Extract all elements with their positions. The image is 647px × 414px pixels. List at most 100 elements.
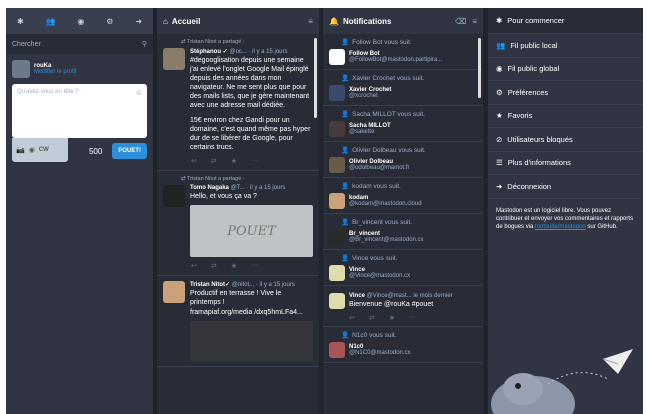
settings-sliders-icon[interactable]: ≡: [308, 17, 313, 26]
mention-item[interactable]: Vince @Vince@mast... le mois dernier Bien…: [323, 286, 483, 327]
notification-item[interactable]: 👤 Follow Bot vous suit. Follow Bot @FollowB…: [323, 34, 483, 70]
account-handle: @Vince@mastodon.cx: [349, 273, 411, 279]
boost-icon[interactable]: ⇄: [211, 262, 217, 270]
reply-icon[interactable]: ↩: [191, 262, 197, 270]
menu-item[interactable]: ◉ Fil public global: [488, 58, 643, 81]
account-handle: @odolbeau@mamot.fr: [349, 165, 410, 171]
avatar[interactable]: [163, 48, 185, 70]
star-icon[interactable]: ★: [389, 314, 395, 322]
menu-item[interactable]: ☰ Plus d'informations: [488, 152, 643, 175]
notification-title: 👤 kodam vous suit.: [341, 183, 401, 190]
app-frame: ✱ 👥 ◉ ⚙ ➜ Chercher ⚲ rouKa Modifier le p…: [6, 8, 643, 414]
scrollbar[interactable]: [314, 38, 317, 118]
settings-sliders-icon[interactable]: ≡: [472, 17, 477, 26]
edit-profile-link[interactable]: Modifier le profil: [34, 69, 76, 75]
media-attachment[interactable]: POUET: [190, 205, 313, 257]
menu-item[interactable]: ⚙ Préférences: [488, 81, 643, 105]
avatar[interactable]: [163, 185, 185, 207]
menu-item[interactable]: ➜ Déconnexion: [488, 175, 643, 199]
column-title: Notifications: [342, 16, 392, 26]
notification-title: 👤 Olivier Dolbeau vous suit.: [341, 147, 426, 154]
logout-icon: ➜: [496, 181, 503, 191]
home-header[interactable]: ⌂ Accueil ≡: [157, 8, 319, 34]
mastodon-mascot-illustration: [491, 349, 633, 414]
notifications-column: 🔔 Notifications ⌫ ≡ 👤 Follow Bot vous sui…: [323, 8, 483, 414]
star-icon[interactable]: ★: [231, 157, 237, 165]
avatar[interactable]: [329, 229, 345, 245]
avatar[interactable]: [163, 281, 185, 303]
compose-column: ✱ 👥 ◉ ⚙ ➜ Chercher ⚲ rouKa Modifier le p…: [6, 8, 153, 414]
notification-item[interactable]: 👤 Vince vous suit. Vince @Vince@mastodon.cx: [323, 250, 483, 286]
status-content: Hello, et vous ça va ?: [190, 193, 257, 200]
info-icon: ☰: [496, 158, 503, 168]
emoji-icon[interactable]: ☺: [135, 88, 143, 97]
eraser-icon[interactable]: ⌫: [455, 17, 466, 26]
account-handle: @xcrochet: [349, 93, 378, 99]
notifications-header[interactable]: 🔔 Notifications ⌫ ≡: [323, 8, 483, 34]
menu-item-label: Déconnexion: [507, 181, 552, 191]
notification-item[interactable]: 👤 Br_vincent vous suit. Br_vincent @Br_vinc…: [323, 214, 483, 250]
avatar[interactable]: [329, 157, 345, 173]
notification-title: 👤 Br_vincent vous suit.: [341, 219, 413, 226]
logout-icon[interactable]: ➜: [135, 17, 142, 26]
avatar[interactable]: [329, 49, 345, 65]
search-icon[interactable]: ⚲: [142, 40, 147, 48]
avatar[interactable]: [329, 265, 345, 281]
avatar[interactable]: [329, 121, 345, 137]
boost-icon[interactable]: ⇄: [369, 314, 375, 322]
compose-options: 📷 ◉ CW: [12, 138, 68, 162]
avatar[interactable]: [12, 60, 30, 78]
status-actions: ↩ ⇄ ★ ···: [191, 262, 313, 270]
media-attachment[interactable]: [190, 321, 313, 361]
camera-icon[interactable]: 📷: [16, 146, 25, 154]
gear-icon[interactable]: ⚙: [106, 17, 113, 26]
globe-icon[interactable]: ◉: [77, 17, 84, 26]
account-handle: @N1C0@mastodon.cx: [349, 350, 411, 356]
account-handle: @kodam@mastodon.cloud: [349, 201, 422, 207]
boost-indicator: ⇄ Tristan Nitot a partagé :: [181, 176, 245, 182]
more-icon[interactable]: ···: [251, 157, 258, 165]
reply-icon[interactable]: ↩: [349, 314, 355, 322]
scrollbar[interactable]: [478, 38, 481, 98]
menu-item-label: Pour commencer: [507, 16, 565, 25]
star-icon[interactable]: ★: [231, 262, 237, 270]
notification-list: 👤 Follow Bot vous suit. Follow Bot @FollowB…: [323, 34, 483, 363]
status-link[interactable]: framapiaf.org/media /dxq5hmLFa4...: [190, 308, 313, 317]
menu-item[interactable]: ⊘ Utilisateurs bloqués: [488, 128, 643, 152]
notification-item[interactable]: 👤 N1c0 vous suit. N1c0 @N1C0@mastodon.cx: [323, 327, 483, 363]
nav-toolbar: ✱ 👥 ◉ ⚙ ➜: [6, 8, 153, 34]
avatar[interactable]: [329, 293, 345, 309]
more-icon[interactable]: ···: [251, 262, 258, 270]
more-icon[interactable]: ···: [409, 314, 416, 322]
notification-item[interactable]: 👤 Olivier Dolbeau vous suit. Olivier Dolbe…: [323, 142, 483, 178]
menu-item[interactable]: ✱ Pour commencer: [488, 8, 643, 34]
notification-item[interactable]: 👤 kodam vous suit. kodam @kodam@mastodon.cl…: [323, 178, 483, 214]
globe-icon[interactable]: ◉: [29, 146, 35, 154]
home-icon: ⌂: [163, 16, 168, 26]
search-input[interactable]: Chercher ⚲: [6, 34, 153, 54]
avatar[interactable]: [329, 342, 345, 358]
toot-button[interactable]: POUET!: [112, 143, 147, 159]
cw-button[interactable]: CW: [39, 147, 49, 153]
avatar[interactable]: [329, 193, 345, 209]
users-icon[interactable]: 👥: [46, 17, 56, 26]
menu-item[interactable]: 👥 Fil public local: [488, 34, 643, 58]
asterisk-icon[interactable]: ✱: [17, 17, 24, 26]
user-plus-icon: 👤: [341, 147, 350, 154]
status-header: Tomo Nagaka @T... · il y a 15 jours: [190, 185, 286, 191]
avatar[interactable]: [329, 85, 345, 101]
status-item[interactable]: Tristan Nitot✓ @nitot... · il y a 15 jou…: [157, 276, 319, 367]
status-item[interactable]: ⇄ Tristan Nitot a partagé : Stéphanou ✓ …: [157, 34, 319, 171]
menu-item[interactable]: ★ Favoris: [488, 105, 643, 128]
compose-textarea[interactable]: Qu'avez-vous en tête ? ☺: [12, 84, 147, 138]
reply-icon[interactable]: ↩: [191, 157, 197, 165]
asterisk-icon: ✱: [496, 16, 503, 25]
notification-item[interactable]: 👤 Sacha MILLOT vous suit. Sacha MILLOT @sak…: [323, 106, 483, 142]
user-plus-icon: 👤: [341, 183, 350, 190]
notification-title: 👤 Xavier Crochet vous suit.: [341, 75, 425, 82]
github-link[interactable]: tootsuite/mastodon: [535, 224, 586, 230]
boost-icon[interactable]: ⇄: [211, 157, 217, 165]
notification-item[interactable]: 👤 Xavier Crochet vous suit. Xavier Crochet…: [323, 70, 483, 106]
home-column: ⌂ Accueil ≡ ⇄ Tristan Nitot a partagé : …: [157, 8, 319, 414]
status-item[interactable]: ⇄ Tristan Nitot a partagé : Tomo Nagaka …: [157, 171, 319, 276]
